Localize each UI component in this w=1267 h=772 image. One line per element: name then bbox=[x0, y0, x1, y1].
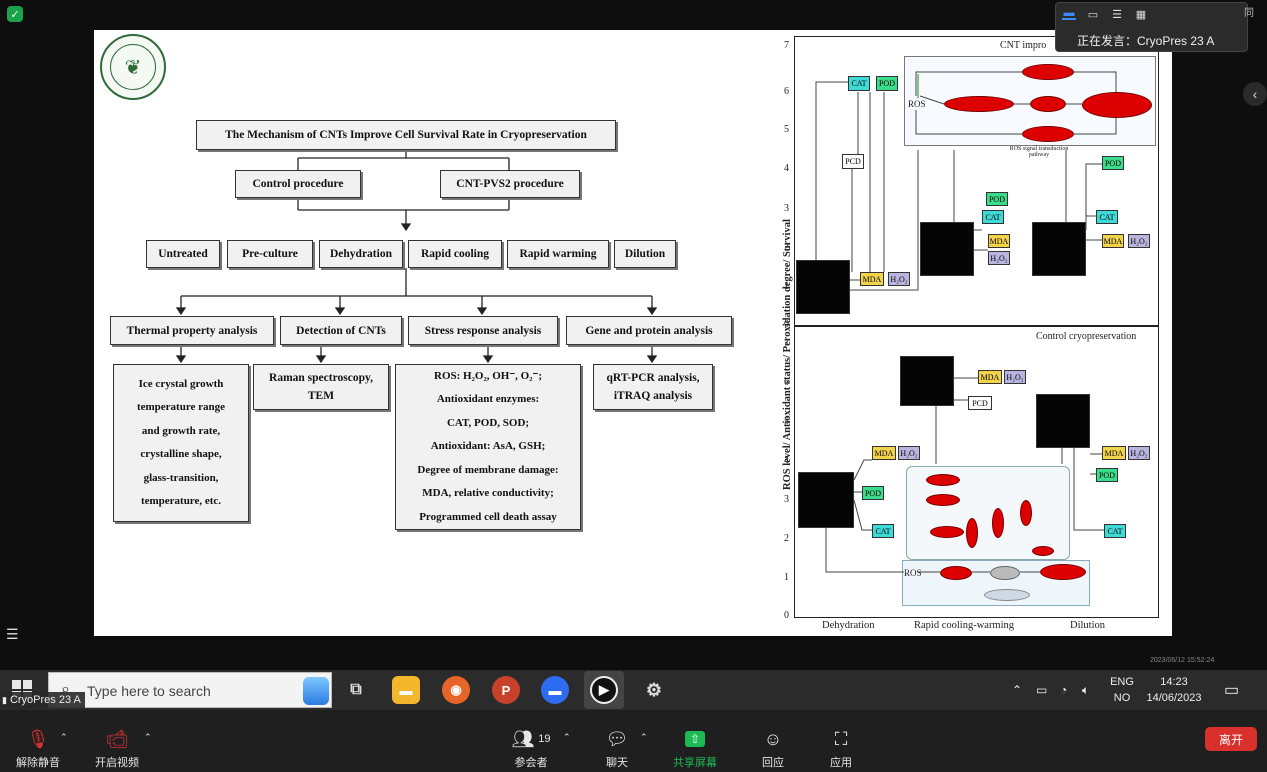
system-clock[interactable]: 14:23 14/06/2023 bbox=[1140, 674, 1208, 706]
share-screen-button[interactable]: ⇧ 共享屏幕 bbox=[673, 728, 717, 770]
powerpoint-icon[interactable]: P bbox=[492, 676, 520, 704]
media-player-icon[interactable]: ▶ bbox=[590, 676, 618, 704]
video-off-icon: 📹︎ bbox=[105, 728, 129, 749]
share-screen-label: 共享屏幕 bbox=[673, 757, 717, 769]
search-highlight-icon bbox=[303, 677, 329, 705]
notification-icon[interactable]: ▭ bbox=[1224, 670, 1239, 710]
show-hidden-icons[interactable]: ⌃ bbox=[1012, 670, 1022, 710]
settings-gear-icon[interactable]: ⚙ bbox=[640, 676, 668, 704]
unmute-button[interactable]: 🎙︎ 解除静音 bbox=[16, 728, 60, 770]
view-mode-buttons: ▬ ▭ ☰ ▦ bbox=[1062, 7, 1148, 21]
lang-top: ENG bbox=[1110, 676, 1134, 688]
participants-label: 参会者 bbox=[514, 757, 548, 769]
unmute-label: 解除静音 bbox=[16, 757, 60, 769]
muted-microphone-icon: 🎙︎ bbox=[26, 728, 50, 749]
list-icon[interactable]: ☰ bbox=[6, 626, 19, 643]
chat-bubble-icon: 💬︎ bbox=[605, 728, 629, 749]
language-indicator[interactable]: ENG NO bbox=[1108, 674, 1136, 706]
lang-bottom: NO bbox=[1113, 692, 1131, 704]
start-video-label: 开启视频 bbox=[95, 757, 139, 769]
chat-button[interactable]: 💬︎ 聊天 bbox=[604, 728, 630, 770]
participants-button[interactable]: 👥︎ 19 参会者 bbox=[506, 728, 556, 770]
zoom-app-icon[interactable]: ▬ bbox=[541, 676, 569, 704]
x-label-dilution: Dilution bbox=[1070, 620, 1106, 631]
participants-caret[interactable]: ⌃ bbox=[563, 732, 571, 743]
chat-caret[interactable]: ⌃ bbox=[640, 732, 648, 743]
reaction-smiley-icon: ☺ bbox=[763, 728, 783, 749]
strip-view-icon[interactable]: ☰ bbox=[1110, 8, 1124, 21]
apps-label: 应用 bbox=[830, 757, 852, 769]
volume-icon[interactable]: 🔈︎ bbox=[1082, 670, 1089, 710]
zoom-meeting-window: ✓ ❦ The Mechanism of CNTs Improve Cell S… bbox=[0, 0, 1267, 772]
search-placeholder: Type here to search bbox=[87, 683, 211, 699]
minimize-view-icon[interactable]: ▬ bbox=[1062, 7, 1076, 20]
chat-label: 聊天 bbox=[606, 757, 628, 769]
file-explorer-icon[interactable]: ▬ bbox=[392, 676, 420, 704]
windows-taskbar: ⌕ Type here to search ⧉ ▬ ◉ P ▬ ▶ ⚙ ⌃ ▭ … bbox=[0, 670, 1267, 710]
task-view-icon[interactable]: ⧉ bbox=[342, 676, 370, 704]
clock-date: 14/06/2023 bbox=[1146, 692, 1202, 704]
figure-connectors bbox=[815, 71, 1117, 573]
participants-count: 19 bbox=[538, 733, 551, 745]
zoom-control-bar: 🎙︎ 解除静音 ⌃ 📹︎ 开启视频 ⌃ 👥︎ 19 参会者 ⌃ 💬︎ 聊天 ⌃ … bbox=[0, 710, 1267, 772]
participants-icon: 👥︎ 19 bbox=[511, 728, 551, 749]
audio-options-caret[interactable]: ⌃ bbox=[60, 732, 68, 743]
thumbnail-view-icon[interactable]: ▭ bbox=[1086, 8, 1100, 21]
x-label-rapid-cooling-warming: Rapid cooling-warming bbox=[914, 620, 1015, 631]
apps-icon: ⛶ bbox=[834, 728, 848, 749]
participant-name: CryoPres 23 A bbox=[9, 694, 81, 706]
clock-time: 14:23 bbox=[1160, 676, 1188, 688]
leave-button[interactable]: 离开 bbox=[1205, 727, 1257, 751]
firefox-icon[interactable]: ◉ bbox=[442, 676, 470, 704]
network-icon[interactable]: ◔ bbox=[1060, 670, 1067, 710]
signal-bars-icon: ▮ bbox=[2, 694, 7, 705]
share-screen-icon: ⇧ bbox=[685, 731, 705, 747]
chevron-left-icon[interactable]: ‹ bbox=[1243, 82, 1267, 106]
video-options-caret[interactable]: ⌃ bbox=[144, 732, 152, 743]
react-button[interactable]: ☺ 回应 bbox=[760, 728, 786, 770]
x-label-dehydration: Dehydration bbox=[822, 620, 875, 631]
battery-icon[interactable]: ▭ bbox=[1036, 670, 1047, 710]
react-label: 回应 bbox=[762, 757, 784, 769]
speaker-view-popup: ▬ ▭ ☰ ▦ 正在发言：CryoPres 23 A bbox=[1055, 2, 1248, 52]
start-video-button[interactable]: 📹︎ 开启视频 bbox=[95, 728, 139, 770]
corner-label: 同 bbox=[1244, 8, 1254, 19]
apps-button[interactable]: ⛶ 应用 bbox=[828, 728, 854, 770]
gallery-view-icon[interactable]: ▦ bbox=[1134, 8, 1148, 21]
active-speaker-label: 正在发言：CryoPres 23 A bbox=[1077, 34, 1215, 48]
shared-screen: ✓ ❦ The Mechanism of CNTs Improve Cell S… bbox=[0, 0, 1267, 710]
leave-label: 离开 bbox=[1218, 732, 1243, 747]
taskbar-search-box[interactable]: ⌕ Type here to search bbox=[48, 672, 332, 708]
capture-timestamp: 2023/06/12 15:52:24 bbox=[1150, 657, 1215, 664]
participant-name-badge: ▮ CryoPres 23 A bbox=[0, 692, 85, 708]
